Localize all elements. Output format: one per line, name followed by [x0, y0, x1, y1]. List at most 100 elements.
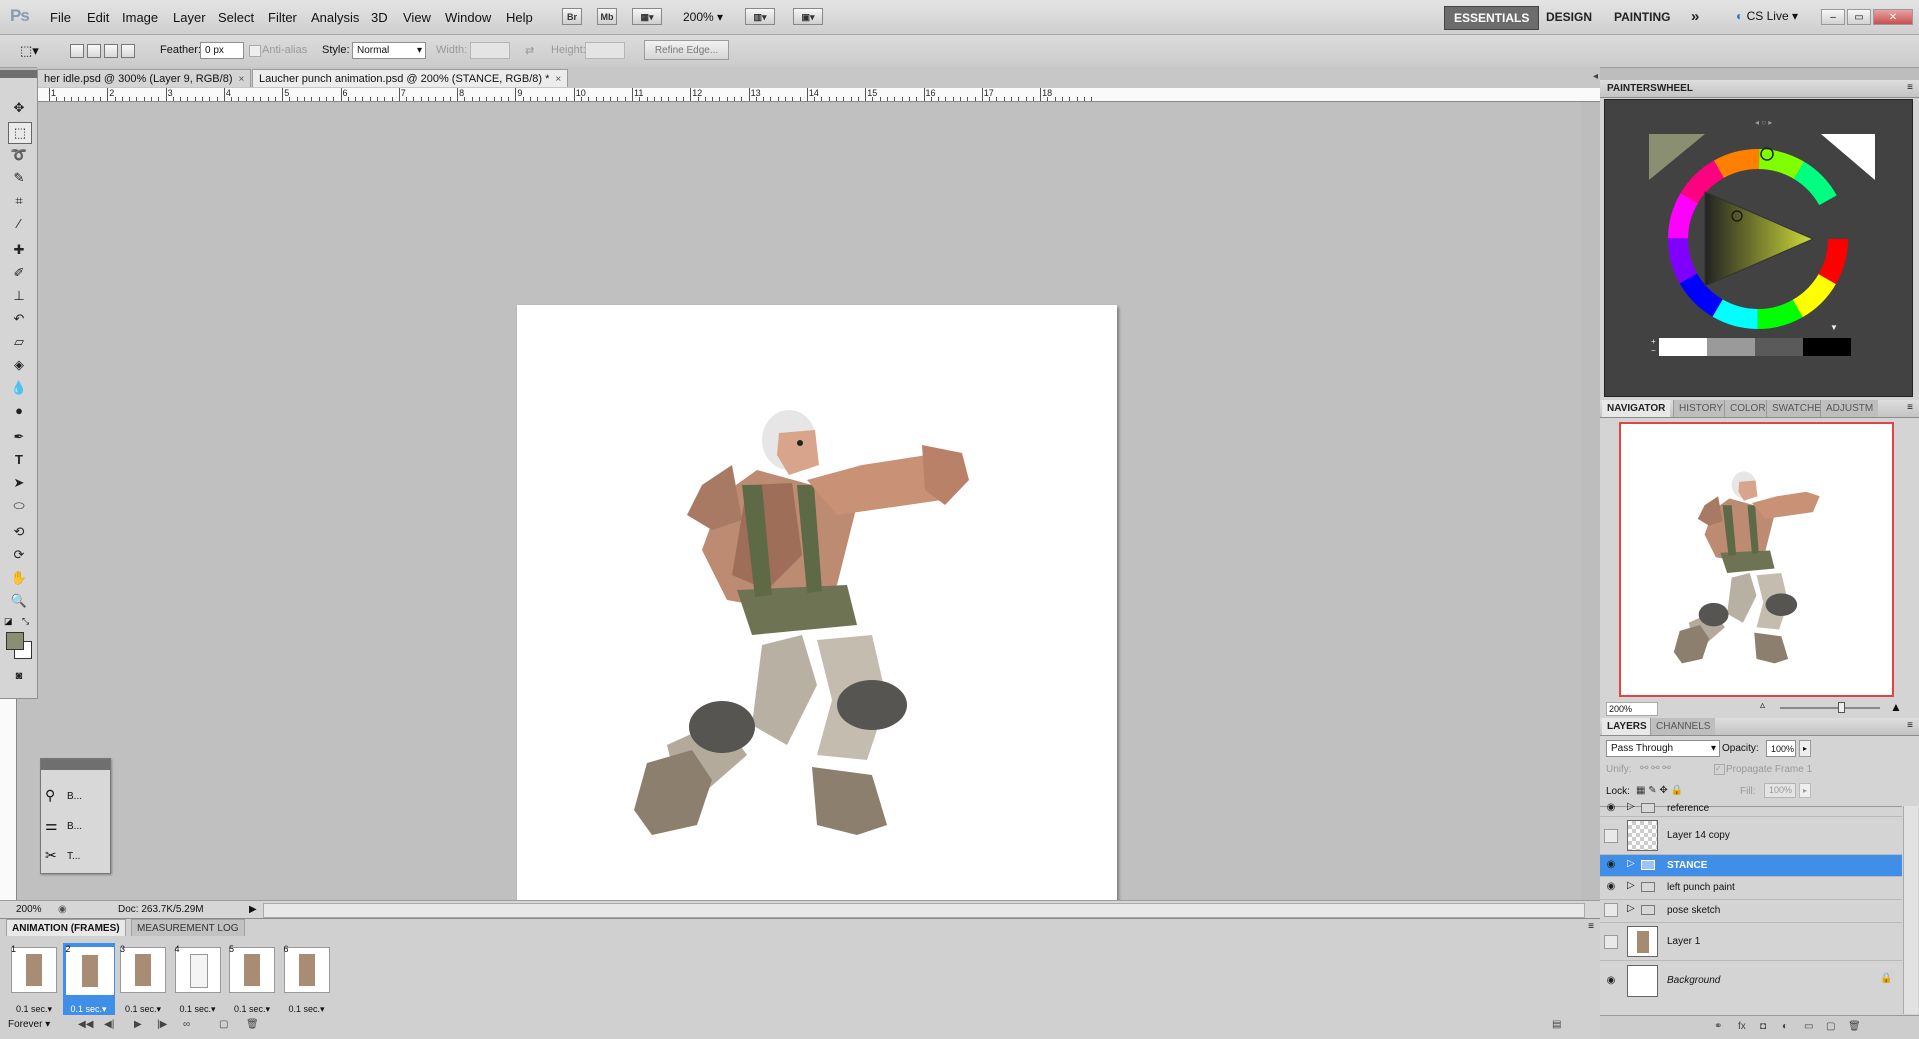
dodge-tool-icon[interactable]: ● — [8, 401, 30, 421]
cs-live-button[interactable]: ◐ CS Live ▾ — [1736, 9, 1798, 23]
3d-orbit-tool-icon[interactable]: ⟳ — [8, 545, 30, 565]
eye-icon[interactable]: ◉ — [1604, 974, 1618, 988]
feather-input[interactable]: 0 px — [200, 42, 244, 59]
tab-animation-frames[interactable]: ANIMATION (FRAMES) — [6, 919, 126, 936]
tab-history[interactable]: HISTORY — [1673, 400, 1729, 417]
clone-stamp-tool-icon[interactable]: ⊥ — [8, 286, 30, 306]
painterswheel-title[interactable]: PAINTERSWHEEL — [1602, 80, 1698, 97]
play-icon[interactable]: ▶ — [134, 1019, 142, 1030]
style-select[interactable]: Normal ▾ — [352, 42, 426, 59]
workspace-essentials[interactable]: ESSENTIALS — [1444, 6, 1540, 30]
swap-width-height-icon[interactable]: ⇄ — [525, 44, 534, 57]
new-selection-mode[interactable] — [70, 44, 84, 58]
brush-tool-icon[interactable]: ✐ — [8, 263, 30, 283]
restore-button[interactable]: ▭ — [1847, 9, 1871, 25]
expand-arrow-icon[interactable]: ▷ — [1627, 858, 1635, 869]
tab-navigator[interactable]: NAVIGATOR — [1602, 400, 1671, 417]
screen-mode-button[interactable]: ▣▾ — [793, 8, 823, 25]
navigator-zoom-input[interactable]: 200% — [1606, 702, 1658, 716]
eye-icon[interactable]: ◉ — [1604, 880, 1618, 894]
healing-brush-tool-icon[interactable]: ✚ — [8, 240, 30, 260]
tools-panel-header[interactable] — [0, 70, 37, 78]
horizontal-scrollbar[interactable] — [263, 903, 1585, 918]
expand-arrow-icon[interactable]: ▷ — [1627, 801, 1635, 812]
panel-menu-icon[interactable]: ≡ — [1907, 82, 1913, 93]
zoom-in-icon[interactable]: ▲ — [1890, 700, 1902, 714]
layer-row-background[interactable]: ◉ Background 🔒 — [1600, 961, 1902, 1001]
frame-delay[interactable]: 0.1 sec.▾ — [63, 1003, 115, 1015]
frame-delay[interactable]: 0.1 sec.▾ — [281, 1003, 333, 1015]
animation-frame[interactable]: 6 0.1 sec.▾ — [281, 943, 333, 1015]
layer-row-left-punch-paint[interactable]: ◉ ▷ left punch paint — [1600, 877, 1902, 900]
path-selection-tool-icon[interactable]: ➤ — [8, 473, 30, 493]
width-input[interactable] — [470, 42, 510, 59]
horizontal-ruler[interactable]: 1 2 3 4 5 6 7 8 9 10 11 12 13 14 15 16 17 18 — [37, 88, 1600, 102]
launch-minibridge-button[interactable]: Mb — [597, 8, 617, 25]
fill-input[interactable]: 100% — [1764, 783, 1796, 798]
zoom-level-dropdown[interactable]: 200% ▾ — [683, 10, 723, 24]
status-menu-icon[interactable]: ◉ — [58, 904, 67, 915]
tab-adjustments[interactable]: ADJUSTM — [1820, 400, 1879, 417]
menu-view[interactable]: View — [403, 10, 431, 25]
eye-icon[interactable]: ◉ — [1604, 858, 1618, 872]
expand-arrow-icon[interactable]: ▷ — [1627, 903, 1635, 914]
visibility-toggle[interactable] — [1604, 903, 1618, 917]
panel-menu-icon[interactable]: ≡ — [1907, 720, 1913, 731]
tab-layers[interactable]: LAYERS — [1602, 718, 1652, 735]
frame-delay[interactable]: 0.1 sec.▾ — [117, 1003, 169, 1015]
menu-3d[interactable]: 3D — [371, 10, 388, 25]
animation-frame[interactable]: 4 0.1 sec.▾ — [172, 943, 224, 1015]
first-frame-icon[interactable]: ◀◀ — [78, 1019, 93, 1030]
layer-style-icon[interactable]: fx — [1738, 1021, 1746, 1032]
zoom-tool-icon[interactable]: 🔍 — [8, 591, 30, 611]
antialias-checkbox[interactable] — [249, 45, 261, 57]
link-layers-icon[interactable]: ⚭ — [1714, 1021, 1722, 1032]
eraser-tool-icon[interactable]: ▱ — [8, 332, 30, 352]
mini-panel-item[interactable]: B... — [67, 821, 82, 832]
ellipse-tool-icon[interactable]: ⬭ — [8, 496, 30, 516]
arrange-documents-button[interactable]: ▥▾ — [745, 8, 775, 25]
navigator-zoom-handle[interactable] — [1838, 702, 1845, 713]
animation-frame[interactable]: 1 0.1 sec.▾ — [8, 943, 60, 1015]
frame-delay[interactable]: 0.1 sec.▾ — [226, 1003, 278, 1015]
menu-layer[interactable]: Layer — [173, 10, 206, 25]
launch-bridge-button[interactable]: Br — [562, 8, 582, 25]
lasso-tool-icon[interactable]: ➰ — [8, 145, 30, 165]
animation-frame[interactable]: 3 0.1 sec.▾ — [117, 943, 169, 1015]
color-wheel-area[interactable]: ◂ ○ ▸ ▼ + − — [1604, 99, 1913, 397]
new-layer-icon[interactable]: ▢ — [1826, 1021, 1835, 1032]
pen-tool-icon[interactable]: ✒ — [8, 427, 30, 447]
quick-select-tool-icon[interactable]: ✎ — [8, 168, 30, 188]
tool-presets-icon[interactable]: ✂ — [45, 847, 57, 864]
menu-help[interactable]: Help — [506, 10, 533, 25]
add-mask-icon[interactable]: ◘ — [1760, 1021, 1766, 1032]
fill-slider-arrow-icon[interactable]: ▸ — [1799, 783, 1811, 798]
foreground-color-swatch[interactable] — [6, 632, 24, 650]
subtract-selection-mode[interactable] — [104, 44, 118, 58]
add-to-selection-mode[interactable] — [87, 44, 101, 58]
navigator-preview[interactable] — [1619, 422, 1894, 697]
close-icon[interactable]: × — [555, 71, 561, 89]
tab-measurement-log[interactable]: MEASUREMENT LOG — [131, 919, 245, 936]
menu-select[interactable]: Select — [218, 10, 254, 25]
close-icon[interactable]: × — [238, 71, 244, 89]
close-button[interactable]: ✕ — [1873, 9, 1913, 25]
refine-edge-button[interactable]: Refine Edge... — [644, 40, 729, 60]
opacity-input[interactable]: 100% — [1766, 740, 1796, 757]
crop-tool-icon[interactable]: ⌗ — [8, 191, 30, 211]
mini-panel-item[interactable]: T... — [67, 851, 80, 862]
move-tool-icon[interactable]: ✥ — [8, 98, 30, 118]
tween-icon[interactable]: ∞ — [183, 1019, 190, 1030]
floating-panel-header[interactable] — [41, 759, 110, 770]
swap-colors-icon[interactable]: ⤡ — [22, 616, 29, 627]
history-brush-tool-icon[interactable]: ↶ — [8, 309, 30, 329]
tab-channels[interactable]: CHANNELS — [1650, 718, 1716, 735]
visibility-toggle[interactable] — [1604, 829, 1618, 843]
layer-row-layer-14-copy[interactable]: Layer 14 copy — [1600, 817, 1902, 855]
unify-icons[interactable]: ⚯ ⚯ ⚯ — [1640, 763, 1671, 774]
doc-tab-punch-animation[interactable]: Laucher punch animation.psd @ 200% (STAN… — [252, 69, 569, 89]
menu-window[interactable]: Window — [445, 10, 491, 25]
layer-row-reference[interactable]: ◉ ▷ reference — [1600, 801, 1902, 817]
intersect-selection-mode[interactable] — [121, 44, 135, 58]
blur-tool-icon[interactable]: 💧 — [8, 378, 30, 398]
